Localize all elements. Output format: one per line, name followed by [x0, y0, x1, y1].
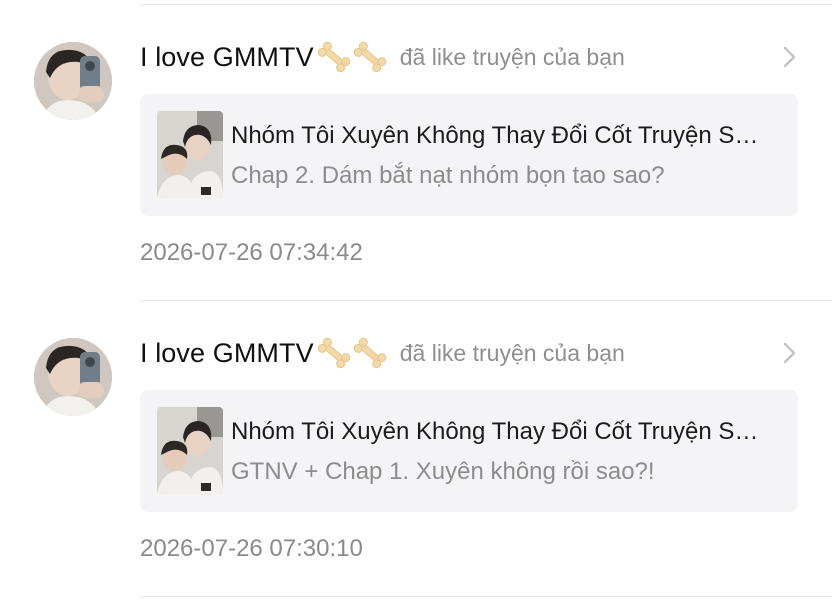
notification-header: I love GMMTV đã like truyện của bạn [140, 333, 802, 373]
username[interactable]: I love GMMTV [140, 338, 314, 369]
story-card[interactable]: Nhóm Tôi Xuyên Không Thay Đổi Cốt Truyện… [140, 390, 798, 512]
story-cover [157, 407, 223, 495]
notification-header: I love GMMTV đã like truyện của bạn [140, 37, 802, 77]
item-divider [140, 596, 832, 597]
timestamp: 2026-07-26 07:30:10 [140, 535, 363, 562]
avatar[interactable] [34, 42, 112, 120]
notification-item[interactable]: I love GMMTV đã like truyện của bạn Nhóm… [0, 4, 832, 300]
bone-icon [316, 39, 390, 75]
avatar[interactable] [34, 338, 112, 416]
notification-action-text: đã like truyện của bạn [399, 339, 625, 366]
notification-action-text: đã like truyện của bạn [399, 43, 625, 70]
username[interactable]: I love GMMTV [140, 42, 314, 73]
story-cover [157, 111, 223, 199]
story-card[interactable]: Nhóm Tôi Xuyên Không Thay Đổi Cốt Truyện… [140, 94, 798, 216]
chapter-title: Chap 2. Dám bắt nạt nhóm bọn tao sao? [231, 162, 665, 189]
chevron-right-icon[interactable] [780, 44, 800, 70]
timestamp: 2026-07-26 07:34:42 [140, 239, 363, 266]
story-title: Nhóm Tôi Xuyên Không Thay Đổi Cốt Truyện… [231, 122, 759, 149]
notification-item[interactable]: I love GMMTV đã like truyện của bạn Nhóm… [0, 300, 832, 596]
chapter-title: GTNV + Chap 1. Xuyên không rồi sao?! [231, 458, 655, 485]
bone-icon [316, 335, 390, 371]
chevron-right-icon[interactable] [780, 340, 800, 366]
story-title: Nhóm Tôi Xuyên Không Thay Đổi Cốt Truyện… [231, 418, 759, 445]
